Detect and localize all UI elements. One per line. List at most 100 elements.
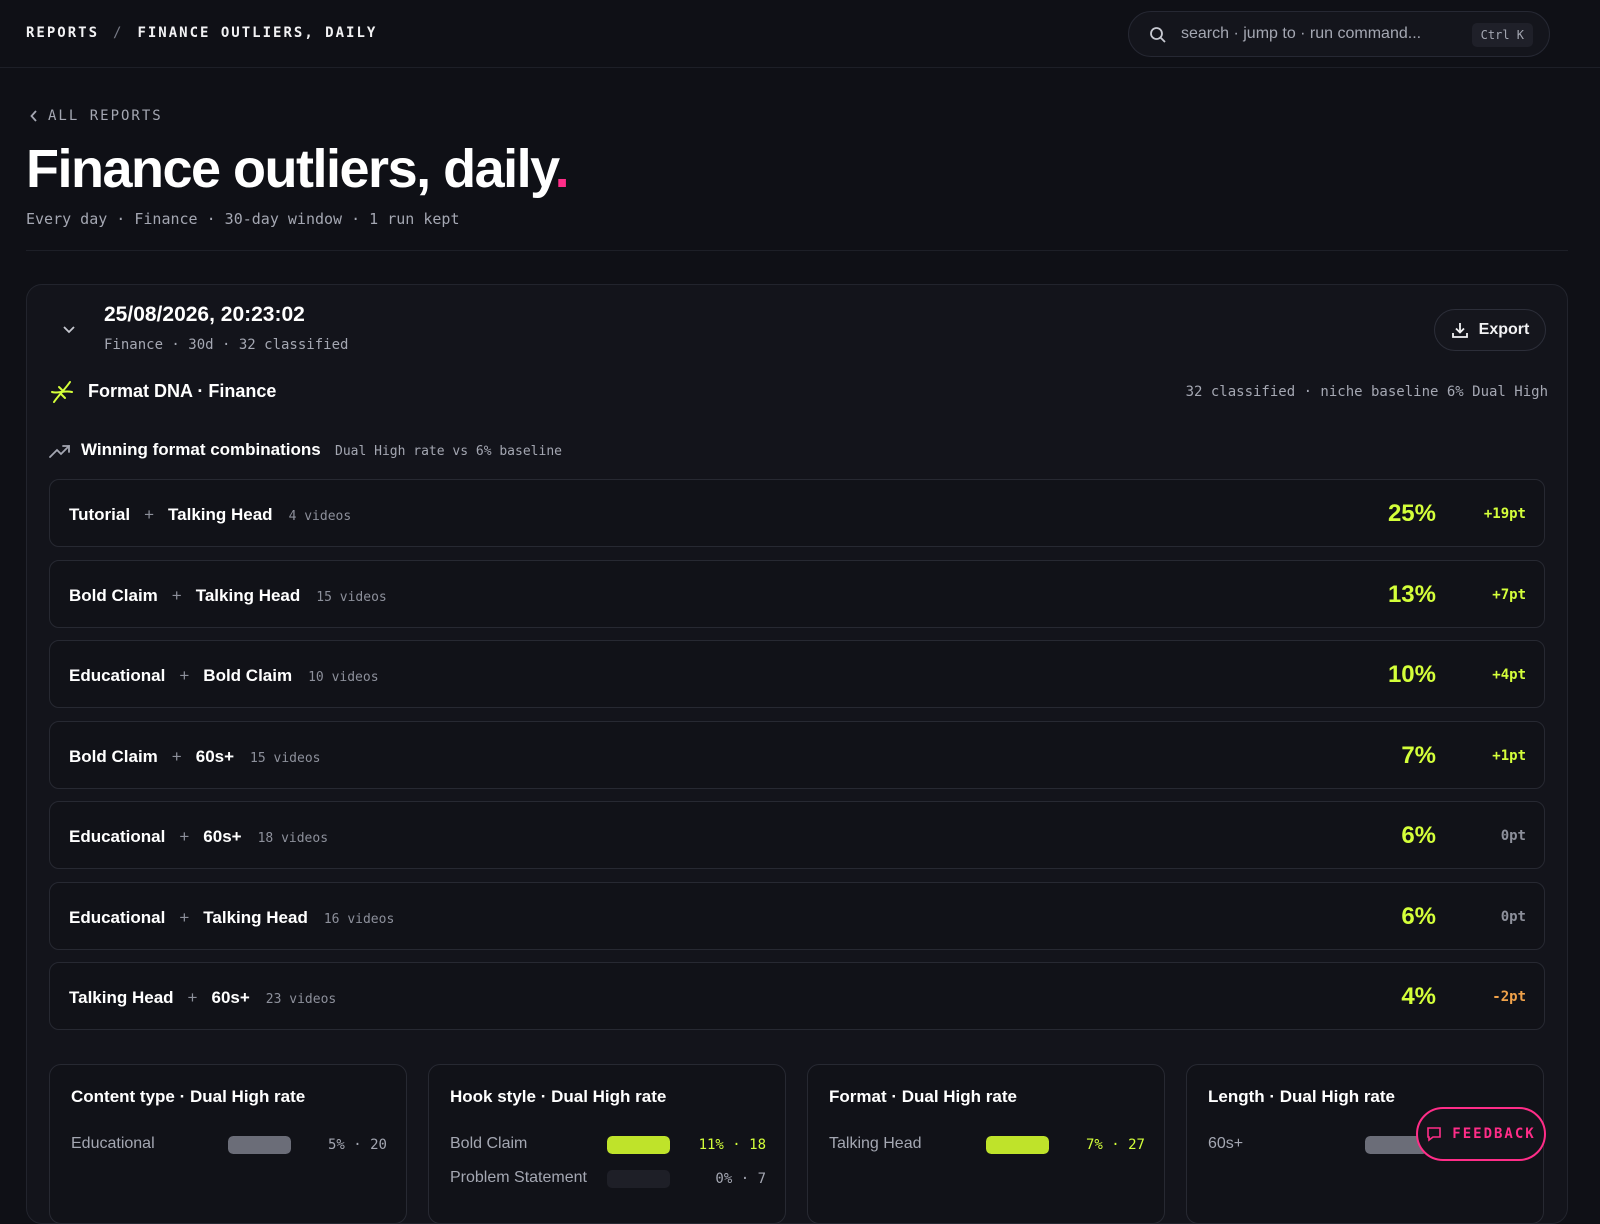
combo-video-count: 18 videos — [257, 831, 329, 846]
chevron-left-icon — [30, 110, 37, 122]
card-row-label: Talking Head — [829, 1135, 922, 1152]
plus-icon: + — [187, 988, 198, 1007]
combo-rate: 25% — [1387, 500, 1436, 527]
card-row-label: Bold Claim — [450, 1135, 528, 1152]
combo-rate: 4% — [1401, 983, 1436, 1010]
card-row-label: Problem Statement — [450, 1169, 587, 1186]
plus-icon: + — [171, 585, 182, 605]
card-row-label: 60s+ — [1208, 1135, 1244, 1152]
breadcrumb-root[interactable]: REPORTS — [26, 25, 99, 41]
combo-video-count: 15 videos — [250, 750, 321, 766]
dna-icon — [51, 381, 73, 403]
combo-names: Tutorial + Talking Head 4 videos — [69, 505, 351, 525]
card-title: Hook style · Dual High rate — [450, 1087, 667, 1106]
card-row: Bold Claim 11% · 18 — [450, 1133, 766, 1155]
combo-row[interactable]: Tutorial + Talking Head 4 videos 25% +19pt — [49, 479, 1545, 547]
card-row: Problem Statement 0% · 7 — [450, 1167, 766, 1189]
breadcrumb-separator: / — [113, 25, 124, 41]
combo-row[interactable]: Educational + Bold Claim 10 videos 10% +4pt — [49, 640, 1545, 708]
chevron-down-icon[interactable] — [60, 320, 78, 338]
breadcrumb-current: FINANCE OUTLIERS, DAILY — [137, 25, 378, 41]
search-icon — [1150, 27, 1166, 43]
breadcrumb: REPORTS / FINANCE OUTLIERS, DAILY — [26, 25, 377, 41]
card-title: Content type · Dual High rate — [71, 1087, 306, 1106]
format-dna-meta: 32 classified · niche baseline 6% Dual H… — [1185, 384, 1548, 400]
export-button[interactable]: Export — [1434, 309, 1546, 351]
rate-bar — [607, 1170, 670, 1188]
breakdown-card: Hook style · Dual High rate Bold Claim 11%… — [428, 1064, 786, 1224]
divider — [26, 250, 1568, 251]
page-subtitle: Every day · Finance · 30-day window · 1 … — [26, 210, 460, 228]
combo-names: Educational + Talking Head 16 videos — [69, 908, 394, 928]
combo-second: Talking Head — [203, 907, 308, 927]
combo-first: Educational — [69, 666, 166, 685]
combo-names: Educational +60s+ 18 videos — [69, 827, 328, 847]
card-row: Educational 5% · 20 — [71, 1133, 387, 1155]
card-title: Length · Dual High rate — [1208, 1087, 1395, 1106]
title-dot: . — [554, 139, 570, 199]
combo-first: Talking Head — [69, 988, 174, 1007]
run-meta: Finance · 30d · 32 classified — [104, 337, 349, 353]
search-input[interactable]: search · jump to · run command... Ctrl K — [1128, 11, 1550, 57]
card-row-value: 5% · 20 — [327, 1137, 387, 1153]
page-title: Finance outliers, daily. — [26, 139, 570, 199]
feedback-label: FEEDBACK — [1452, 1126, 1536, 1142]
combo-delta: +19pt — [1483, 506, 1526, 522]
plus-icon: + — [144, 505, 155, 524]
combo-second: 60s+ — [211, 988, 250, 1007]
plus-icon: + — [179, 907, 190, 927]
combo-row[interactable]: Bold Claim +60s+ 15 videos 7% +1pt — [49, 720, 1545, 789]
rate-bar-fill — [607, 1136, 670, 1154]
combo-delta: +7pt — [1492, 586, 1526, 603]
format-dna-title: Format DNA · Finance — [88, 381, 277, 401]
rate-bar-fill — [986, 1136, 1049, 1154]
combo-second: 60s+ — [195, 746, 235, 766]
winning-note: Dual High rate vs 6% baseline — [335, 444, 562, 459]
combo-video-count: 10 videos — [308, 670, 379, 685]
combo-second: Talking Head — [168, 505, 273, 524]
rate-bar — [607, 1136, 670, 1154]
plus-icon: + — [179, 666, 190, 685]
combo-delta: 0pt — [1500, 908, 1526, 925]
feedback-button[interactable]: FEEDBACK — [1416, 1107, 1546, 1161]
combo-video-count: 16 videos — [323, 911, 395, 927]
rate-bar — [986, 1136, 1049, 1154]
card-row: Talking Head 7% · 27 — [829, 1133, 1145, 1155]
rate-bar — [228, 1136, 291, 1154]
combo-rate: 6% — [1401, 902, 1436, 930]
run-timestamp: 25/08/2026, 20:23:02 — [104, 303, 305, 326]
card-title: Format · Dual High rate — [829, 1087, 1017, 1106]
shortcut-badge: Ctrl K — [1471, 23, 1533, 47]
combo-row[interactable]: Talking Head +60s+ 23 videos 4% -2pt — [49, 962, 1545, 1030]
combo-second: Bold Claim — [203, 666, 293, 685]
combo-first: Educational — [69, 827, 166, 846]
combo-video-count: 23 videos — [265, 992, 337, 1007]
combo-names: Bold Claim +60s+ 15 videos — [69, 747, 320, 767]
card-row-value: 11% · 18 — [698, 1137, 766, 1153]
combo-rate: 10% — [1387, 661, 1436, 688]
combo-second: 60s+ — [203, 827, 242, 846]
combo-row[interactable]: Bold Claim + Talking Head 15 videos 13% +7pt — [49, 559, 1545, 628]
card-row-value: 7% · 27 — [1085, 1137, 1145, 1153]
combo-delta: +4pt — [1492, 667, 1526, 683]
combo-first: Educational — [69, 907, 166, 927]
combo-rate: 6% — [1401, 822, 1436, 849]
combo-rate: 7% — [1401, 741, 1436, 769]
export-label: Export — [1478, 321, 1530, 338]
combo-row[interactable]: Educational +60s+ 18 videos 6% 0pt — [49, 801, 1545, 869]
plus-icon: + — [171, 746, 182, 766]
breakdown-card: Format · Dual High rate Talking Head 7% · … — [807, 1064, 1165, 1224]
combo-delta: +1pt — [1492, 747, 1526, 764]
trending-up-icon — [49, 445, 70, 458]
card-row-value: 0% · 7 — [715, 1171, 766, 1187]
card-row-label: Educational — [71, 1135, 155, 1152]
download-icon — [1451, 323, 1468, 338]
breakdown-card: Content type · Dual High rate Educational… — [49, 1064, 407, 1224]
combo-names: Bold Claim + Talking Head 15 videos — [69, 586, 387, 606]
combo-second: Talking Head — [195, 585, 301, 605]
combo-first: Bold Claim — [69, 585, 158, 605]
back-link[interactable]: ALL REPORTS — [30, 108, 163, 124]
combo-row[interactable]: Educational + Talking Head 16 videos 6% 0pt — [49, 881, 1545, 950]
winning-title: Winning format combinations — [81, 440, 321, 459]
combo-names: Talking Head +60s+ 23 videos — [69, 988, 336, 1008]
